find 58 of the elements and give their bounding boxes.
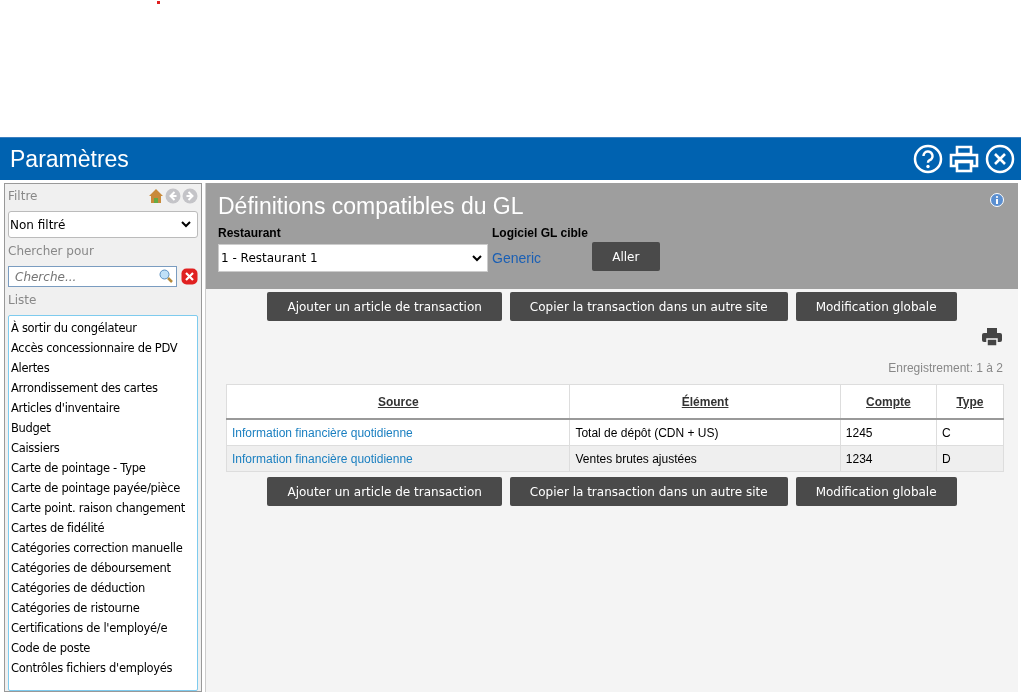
list-item[interactable]: Caissiers <box>11 438 197 458</box>
list-item[interactable]: Catégories de déduction <box>11 578 197 598</box>
table-cell: Total de dépôt (CDN + US) <box>569 419 841 446</box>
list-label: Liste <box>8 293 38 307</box>
window-title: Paramètres <box>10 145 129 173</box>
page-title: Définitions compatibles du GL <box>218 193 524 220</box>
list-item[interactable]: Carte point. raison changement <box>11 498 197 518</box>
record-count: Enregistrement: 1 à 2 <box>887 360 1004 375</box>
list-item[interactable]: Code de poste <box>11 638 197 658</box>
restaurant-dropdown[interactable]: 1 - Restaurant 1 <box>218 244 488 272</box>
info-icon[interactable] <box>990 193 1004 207</box>
list-item[interactable]: Contrôles fichiers d'employés <box>11 658 197 678</box>
search-label: Chercher pour <box>8 244 95 258</box>
search-field[interactable]: Cherche... <box>8 266 177 287</box>
list-item[interactable]: Carte de pointage - Type <box>11 458 197 478</box>
home-icon[interactable] <box>148 188 164 204</box>
source-link[interactable]: Information financière quotidienne <box>226 445 570 472</box>
help-icon[interactable] <box>913 144 943 174</box>
list-item[interactable]: Budget <box>11 418 197 438</box>
action-button[interactable]: Ajouter un article de transaction <box>267 477 502 506</box>
list-item[interactable]: Arrondissement des cartes <box>11 378 197 398</box>
source-link[interactable]: Information financière quotidienne <box>226 419 570 446</box>
list-item[interactable]: Catégories correction manuelle <box>11 538 197 558</box>
table-cell: C <box>936 419 1004 446</box>
list-item[interactable]: Carte de pointage payée/pièce <box>11 478 197 498</box>
print-icon[interactable] <box>981 327 1003 347</box>
list-item[interactable]: Alertes <box>11 358 197 378</box>
column-header[interactable]: Source <box>226 384 570 419</box>
action-button[interactable]: Copier la transaction dans un autre site <box>509 477 788 506</box>
column-header[interactable]: Type <box>936 384 1004 419</box>
table-cell: D <box>936 445 1004 472</box>
go-button[interactable]: Aller <box>591 242 660 271</box>
table-cell: 1234 <box>840 445 937 472</box>
list-item[interactable]: Accès concessionnaire de PDV <box>11 338 197 358</box>
list-item[interactable]: Catégories de ristourne <box>11 598 197 618</box>
action-button[interactable]: Copier la transaction dans un autre site <box>509 292 788 321</box>
action-button[interactable]: Ajouter un article de transaction <box>267 292 502 321</box>
list-item[interactable]: Cartes de fidélité <box>11 518 197 538</box>
column-header[interactable]: Élément <box>569 384 841 419</box>
filter-dropdown[interactable]: Non filtré <box>8 211 198 238</box>
print-icon[interactable] <box>948 144 980 174</box>
list-item[interactable]: Certifications de l'employé/e <box>11 618 197 638</box>
list-item[interactable]: À sortir du congélateur <box>11 318 197 338</box>
action-button[interactable]: Modification globale <box>795 477 957 506</box>
close-icon[interactable] <box>985 144 1015 174</box>
search-icon[interactable] <box>159 269 173 283</box>
chevron-icon <box>181 221 191 228</box>
list-item[interactable]: Catégories de déboursement <box>11 558 197 578</box>
list-item[interactable]: Articles d'inventaire <box>11 398 197 418</box>
column-header[interactable]: Compte <box>840 384 937 419</box>
gl-software-label: Logiciel GL cible <box>492 226 588 240</box>
filter-label: Filtre <box>8 189 38 203</box>
table-cell: 1245 <box>840 419 937 446</box>
clear-icon[interactable] <box>181 268 198 285</box>
action-button[interactable]: Modification globale <box>795 292 957 321</box>
chevron-icon <box>472 254 482 262</box>
table-cell: Ventes brutes ajustées <box>569 445 841 472</box>
restaurant-label: Restaurant <box>218 226 282 240</box>
